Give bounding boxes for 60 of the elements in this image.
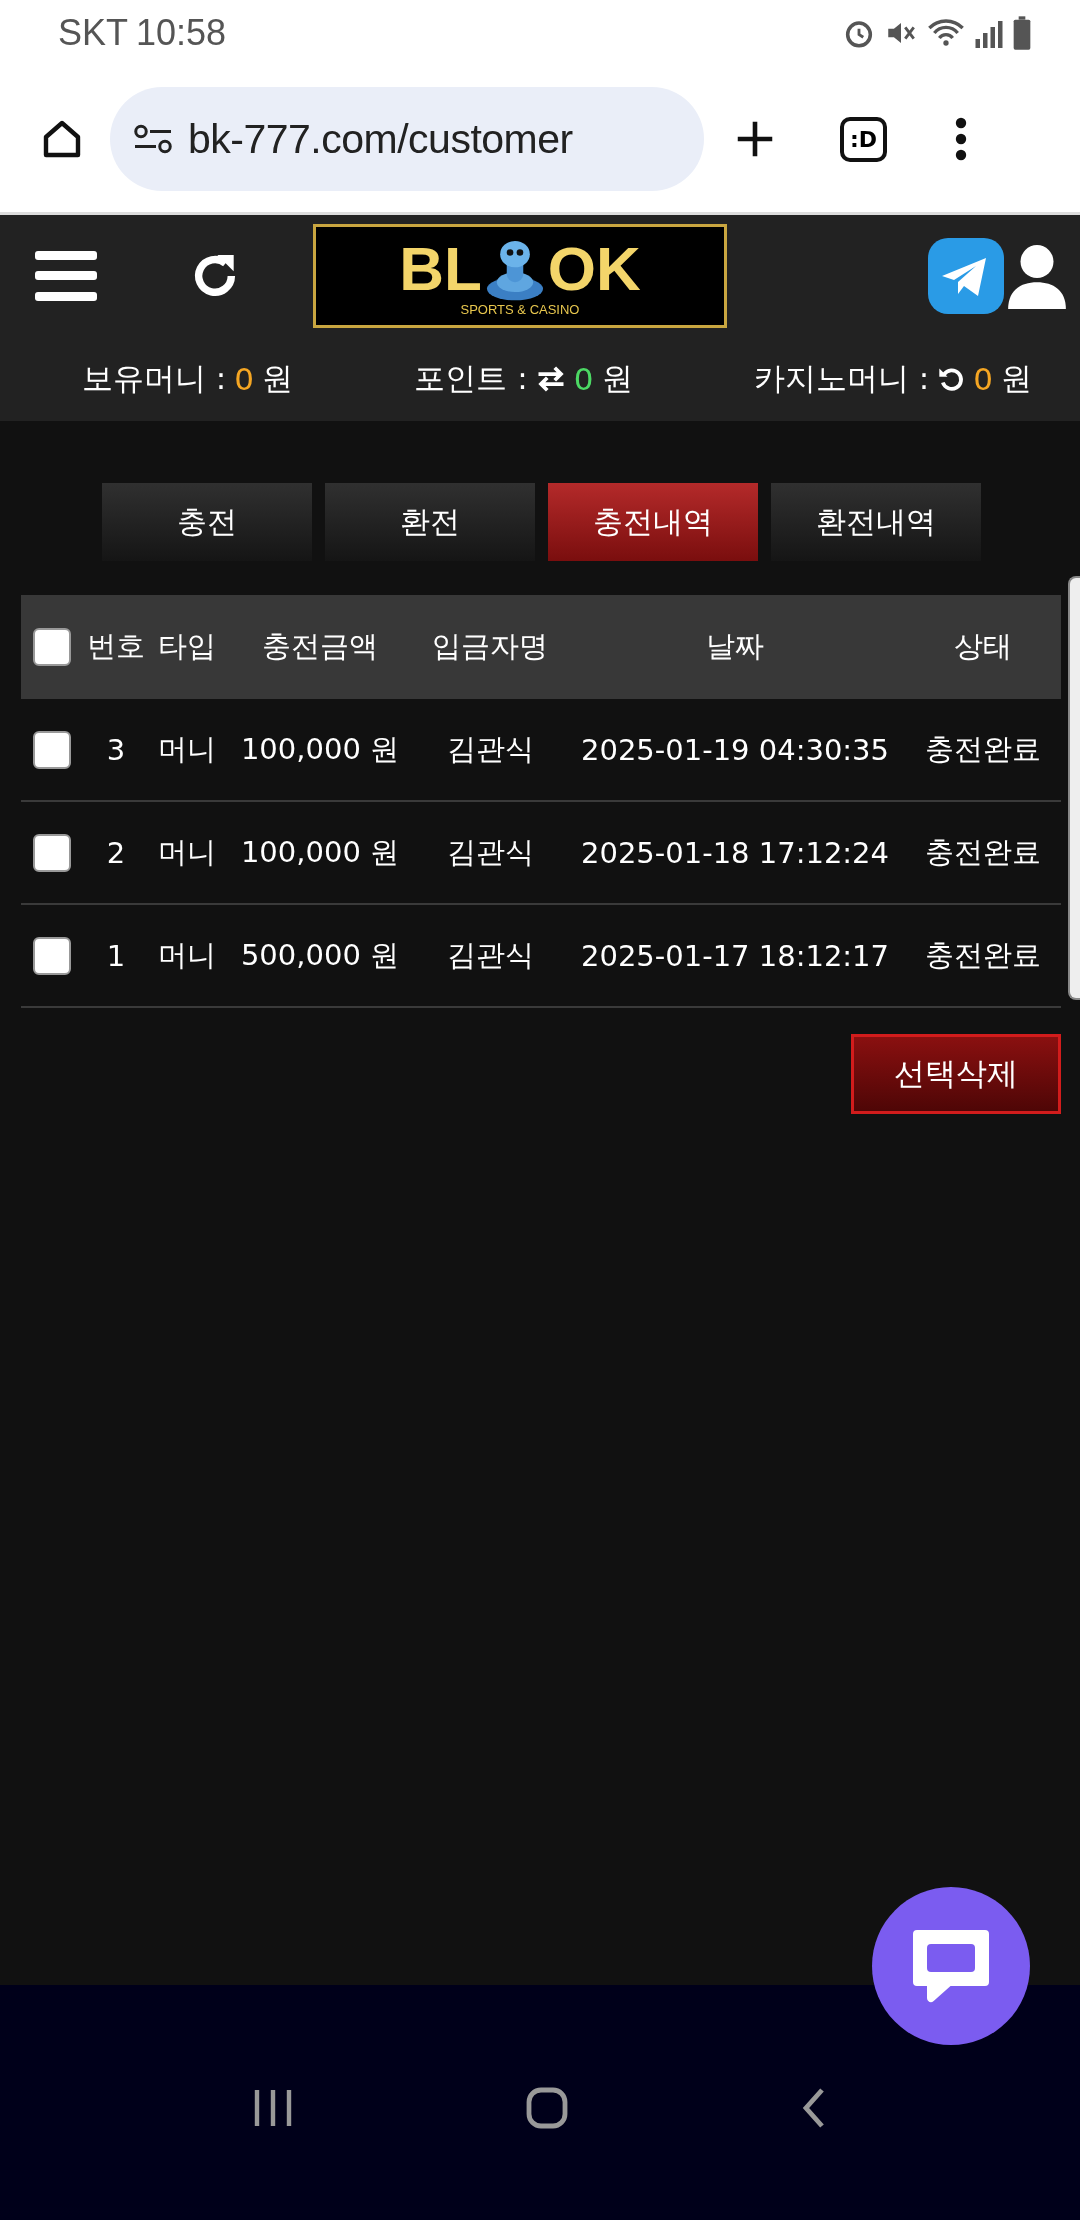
table-cell-text: 충전완료 <box>925 936 1041 974</box>
telegram-icon[interactable] <box>926 236 1006 316</box>
menu-icon[interactable] <box>35 249 97 303</box>
select-all-checkbox[interactable] <box>33 628 71 666</box>
balance-value: 0 <box>973 361 993 397</box>
table-cell: 2025-01-17 18:12:17 <box>581 938 889 973</box>
battery-icon <box>1012 16 1032 50</box>
logo[interactable]: BL OK SPORTS & CASINO <box>313 224 727 328</box>
scrollbar[interactable] <box>1068 576 1080 1000</box>
table-cell-text: 머니 <box>158 936 216 974</box>
table-cell: 2025-01-19 04:30:35 <box>581 732 889 767</box>
column-header: 날짜 <box>706 628 764 665</box>
table-cell: 1 <box>106 938 126 973</box>
table-cell: 3 <box>106 732 126 767</box>
balance-label: 카지노머니 : <box>753 359 930 398</box>
rotate-icon <box>937 365 966 393</box>
column-header: 상태 <box>954 628 1012 665</box>
table-cell-text: 100,000 원 <box>240 730 400 768</box>
row-checkbox[interactable] <box>33 936 71 975</box>
home-button-icon[interactable] <box>525 2085 569 2130</box>
currency-unit: 원 <box>601 359 633 398</box>
tab-switcher-button[interactable]: :D <box>840 116 888 162</box>
balance-value: 0 <box>573 361 594 397</box>
delete-selected-button[interactable]: 선택삭제 <box>851 1034 1061 1114</box>
signal-icon <box>974 18 1004 48</box>
table-cell-text: 500,000 원 <box>240 936 400 974</box>
table-cell-text: 100,000 원 <box>240 833 400 871</box>
column-header: 입금자명 <box>432 628 548 665</box>
site-settings-icon[interactable] <box>132 124 174 154</box>
currency-unit: 원 <box>1001 359 1032 398</box>
balance-label: 보유머니 : <box>82 359 227 398</box>
table-cell-text: 김관식 <box>446 833 534 871</box>
table-cell-text: 충전완료 <box>925 730 1041 768</box>
logo-text: BL <box>399 237 482 300</box>
table-cell-text: 김관식 <box>446 730 534 768</box>
status-time: 10:58 <box>136 12 227 54</box>
address-bar[interactable]: bk-777.com/customer <box>110 87 704 191</box>
status-carrier: SKT <box>58 12 128 54</box>
tab[interactable]: 충전 <box>101 483 312 561</box>
table-cell-text: 김관식 <box>446 936 534 974</box>
table-cell-text: 머니 <box>158 730 216 768</box>
column-header: 타입 <box>158 628 216 665</box>
user-icon[interactable] <box>1006 243 1068 309</box>
balance-value: 0 <box>234 361 255 397</box>
column-header: 충전금액 <box>262 628 378 665</box>
column-header: 번호 <box>87 628 145 665</box>
tab[interactable]: 환전내역 <box>770 483 981 561</box>
logo-text: OK <box>547 237 641 300</box>
tab[interactable]: 충전내역 <box>547 483 758 561</box>
table-cell: 2 <box>106 835 126 870</box>
table-cell-text: 충전완료 <box>925 833 1041 871</box>
currency-unit: 원 <box>262 359 294 398</box>
row-checkbox[interactable] <box>33 833 71 872</box>
row-checkbox[interactable] <box>33 730 71 769</box>
table-cell-text: 머니 <box>158 833 216 871</box>
logo-tagline: SPORTS & CASINO <box>460 301 580 317</box>
table-cell: 2025-01-18 17:12:24 <box>581 835 889 870</box>
url-text: bk-777.com/customer <box>188 115 573 163</box>
tab[interactable]: 환전 <box>324 483 535 561</box>
balance-label: 포인트 : <box>414 359 528 398</box>
